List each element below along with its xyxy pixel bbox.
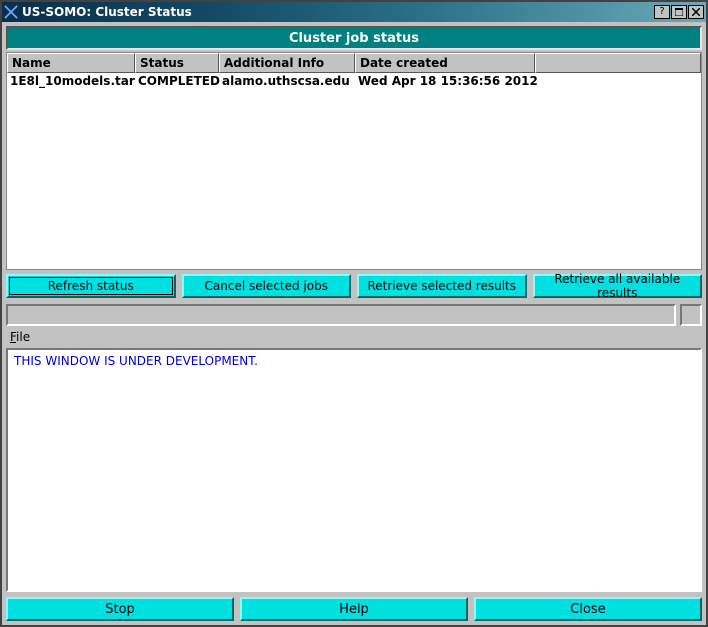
progress-row [6,304,702,326]
menubar: File [6,328,702,346]
bottom-button-row: Stop Help Close [6,597,702,621]
main-window: US-SOMO: Cluster Status ? Cluster job st… [0,0,708,627]
log-text: THIS WINDOW IS UNDER DEVELOPMENT. [14,354,258,368]
cancel-button[interactable]: Cancel selected jobs [182,274,352,298]
titlebar: US-SOMO: Cluster Status ? [2,2,706,22]
cell-name: 1E8l_10models.tar [7,73,135,89]
progress-side [680,304,702,326]
maximize-button[interactable] [671,5,687,19]
cell-status: COMPLETED [135,73,219,89]
content-area: Cluster job status Name Status Additiona… [2,22,706,625]
menu-file-label: ile [16,330,30,344]
col-status[interactable]: Status [135,53,219,73]
progress-bar [6,304,676,326]
help-button[interactable]: ? [654,5,670,19]
window-controls: ? [653,5,704,19]
table-header-row: Name Status Additional Info Date created [7,53,701,73]
table-row[interactable]: 1E8l_10models.tar COMPLETED alamo.uthscs… [7,73,701,89]
help-button-bottom[interactable]: Help [240,597,468,621]
cell-date: Wed Apr 18 15:36:56 2012 [355,73,545,89]
retrieve-selected-button[interactable]: Retrieve selected results [357,274,527,298]
titlebar-left: US-SOMO: Cluster Status [4,5,192,19]
col-fill [535,53,701,73]
retrieve-all-button[interactable]: Retrieve all available results [533,274,703,298]
action-button-row: Refresh status Cancel selected jobs Retr… [6,274,702,298]
col-info[interactable]: Additional Info [219,53,355,73]
log-area[interactable]: THIS WINDOW IS UNDER DEVELOPMENT. [6,348,702,592]
app-icon [4,5,18,19]
window-title: US-SOMO: Cluster Status [22,5,192,19]
stop-button[interactable]: Stop [6,597,234,621]
col-name[interactable]: Name [7,53,135,73]
col-date[interactable]: Date created [355,53,535,73]
cell-info: alamo.uthscsa.edu [219,73,355,89]
refresh-button[interactable]: Refresh status [6,274,176,298]
menu-file[interactable]: File [10,330,30,344]
close-button[interactable] [688,5,704,19]
banner-label: Cluster job status [6,26,702,50]
close-button-bottom[interactable]: Close [474,597,702,621]
jobs-table[interactable]: Name Status Additional Info Date created… [6,52,702,270]
